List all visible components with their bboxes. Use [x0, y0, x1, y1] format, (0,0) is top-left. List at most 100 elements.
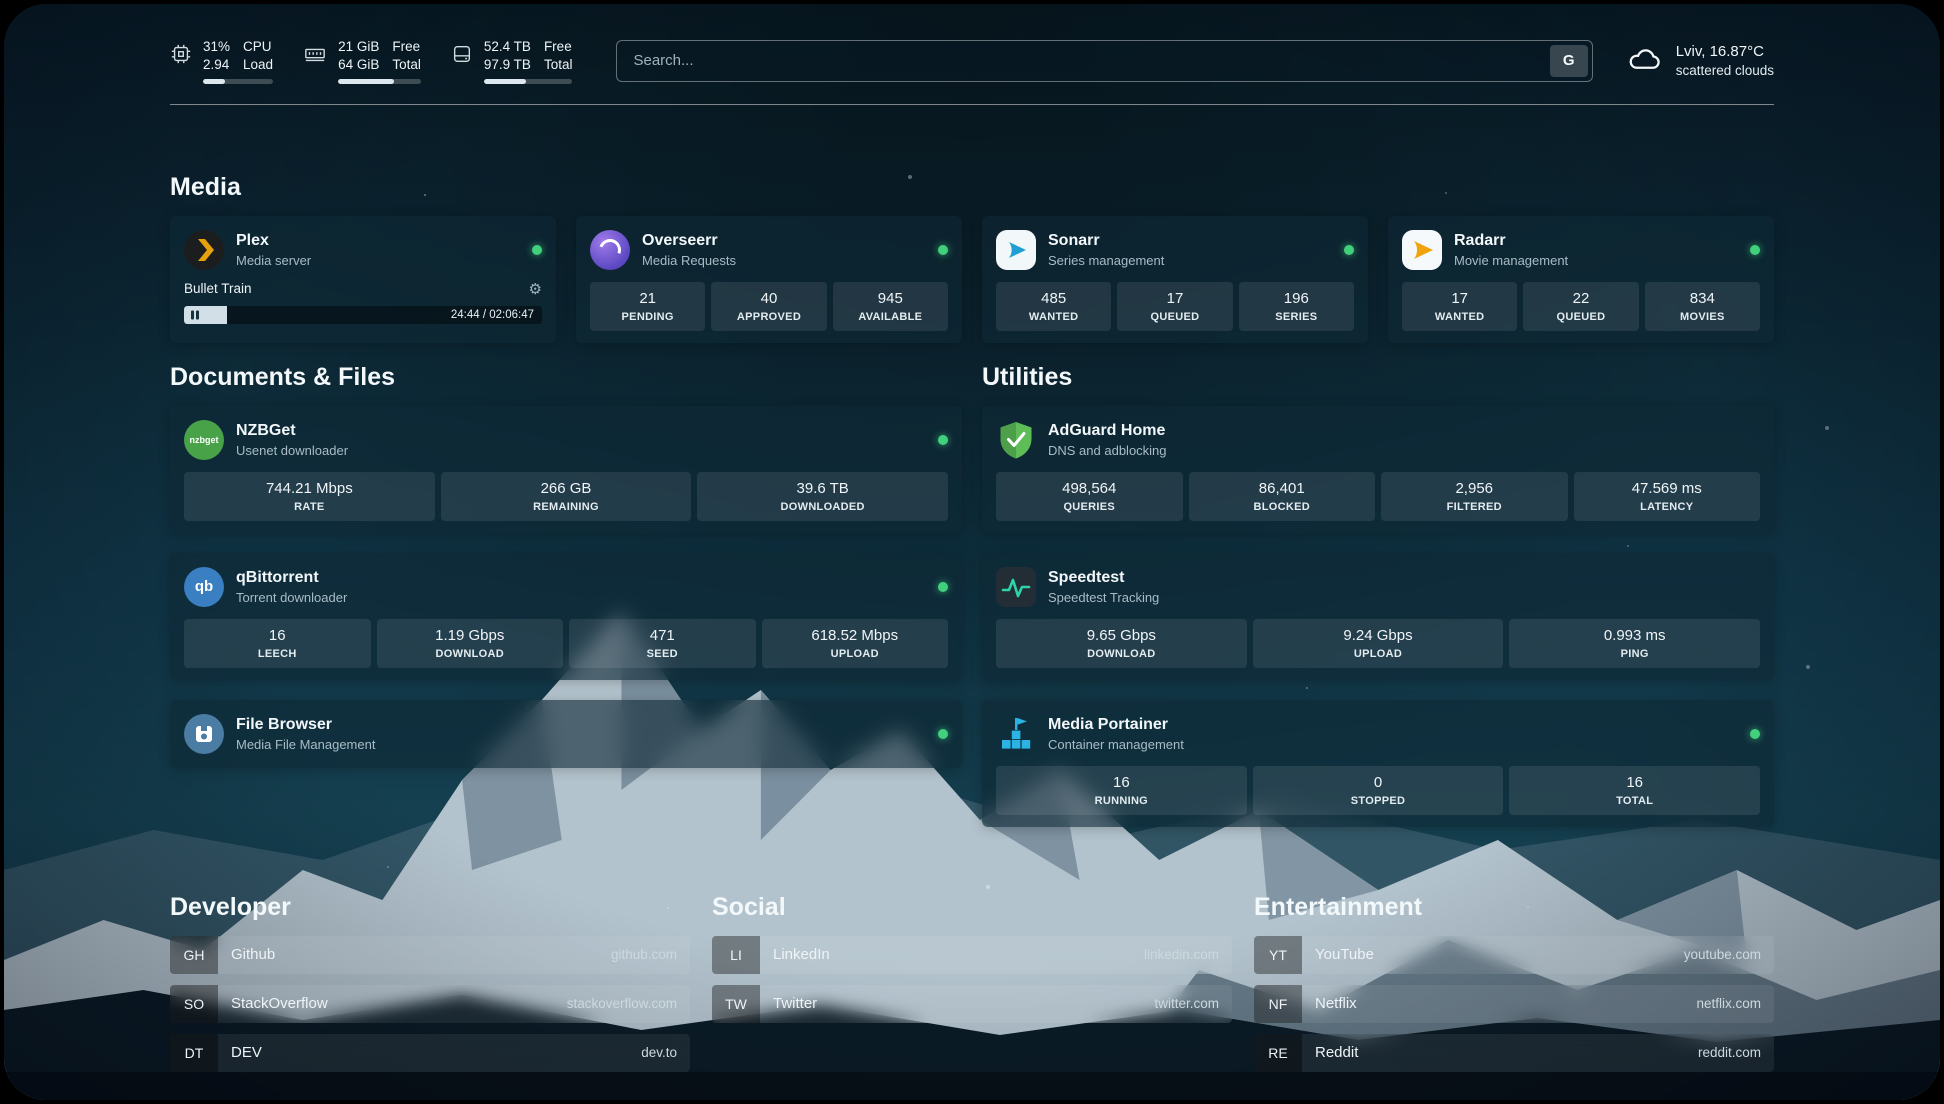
status-dot	[938, 582, 948, 592]
memory-total: 64 GiB	[338, 56, 379, 74]
playback-time: 24:44 / 02:06:47	[451, 309, 534, 321]
service-card-filebrowser[interactable]: File Browser Media File Management	[170, 700, 962, 768]
stat-tile: 9.65 Gbps DOWNLOAD	[996, 619, 1247, 668]
link-name: YouTube	[1315, 946, 1374, 963]
entertainment-section-title: Entertainment	[1254, 893, 1774, 922]
service-subtitle: Container management	[1048, 737, 1184, 752]
sonarr-icon	[996, 230, 1036, 270]
link-netflix[interactable]: NF Netflix netflix.com	[1254, 985, 1774, 1023]
service-subtitle: Media Requests	[642, 253, 736, 268]
cpu-icon	[170, 43, 192, 70]
stat-value: 471	[650, 627, 675, 644]
stat-label: WANTED	[1029, 311, 1078, 323]
memory-progress-bar	[338, 79, 421, 84]
service-name: Media Portainer	[1048, 715, 1184, 734]
memory-icon	[303, 43, 327, 70]
service-card-overseerr[interactable]: Overseerr Media Requests 21 PENDING 40 A…	[576, 216, 962, 343]
stat-value: 834	[1690, 290, 1715, 307]
documents-section-title: Documents & Files	[170, 363, 962, 392]
section-links: Developer GH Github github.com SO StackO…	[170, 893, 1774, 1072]
service-subtitle: Usenet downloader	[236, 443, 348, 458]
service-card-speedtest[interactable]: Speedtest Speedtest Tracking 9.65 Gbps D…	[982, 553, 1774, 680]
service-name: Radarr	[1454, 231, 1568, 250]
service-card-nzbget[interactable]: nzbget NZBGet Usenet downloader 744.21 M…	[170, 406, 962, 533]
stat-label: QUEUED	[1151, 311, 1200, 323]
nzbget-icon: nzbget	[184, 420, 224, 460]
link-abbr: GH	[170, 936, 218, 974]
stat-value: 9.65 Gbps	[1087, 627, 1156, 644]
link-linkedin[interactable]: LI LinkedIn linkedin.com	[712, 936, 1232, 974]
memory-labels: Free Total	[392, 38, 421, 74]
stat-value: 9.24 Gbps	[1343, 627, 1412, 644]
stat-label: RATE	[294, 501, 324, 513]
stat-tile: 471 SEED	[569, 619, 756, 668]
link-youtube[interactable]: YT YouTube youtube.com	[1254, 936, 1774, 974]
link-twitter[interactable]: TW Twitter twitter.com	[712, 985, 1232, 1023]
search-provider-button[interactable]: G	[1550, 45, 1588, 77]
memory-free: 21 GiB	[338, 38, 379, 56]
developer-section-title: Developer	[170, 893, 690, 922]
radarr-icon	[1402, 230, 1442, 270]
links-entertainment: Entertainment YT YouTube youtube.com NF …	[1254, 893, 1774, 1072]
service-card-radarr[interactable]: Radarr Movie management 17 WANTED 22 QUE…	[1388, 216, 1774, 343]
column-utilities: Utilities Ad	[982, 363, 1774, 827]
settings-gear-icon[interactable]: ⚙	[529, 280, 542, 298]
section-middle: Documents & Files nzbget NZBGet Usenet d…	[170, 363, 1774, 827]
stat-label: APPROVED	[737, 311, 801, 323]
service-name: File Browser	[236, 715, 375, 734]
link-url: youtube.com	[1684, 947, 1761, 962]
service-subtitle: Media File Management	[236, 737, 375, 752]
search-bar: G	[616, 40, 1592, 82]
stat-label: LATENCY	[1640, 501, 1693, 513]
disk-widget: 52.4 TB 97.9 TB Free Total	[451, 38, 573, 84]
disk-values: 52.4 TB 97.9 TB	[484, 38, 531, 74]
stat-label: WANTED	[1435, 311, 1484, 323]
cpu-progress-bar	[203, 79, 273, 84]
stat-tile: 485 WANTED	[996, 282, 1111, 331]
service-card-sonarr[interactable]: Sonarr Series management 485 WANTED 17 Q…	[982, 216, 1368, 343]
stat-tile: 618.52 Mbps UPLOAD	[762, 619, 949, 668]
service-card-qbittorrent[interactable]: qb qBittorrent Torrent downloader 16	[170, 553, 962, 680]
stat-value: 618.52 Mbps	[811, 627, 898, 644]
status-dot	[938, 729, 948, 739]
link-stackoverflow[interactable]: SO StackOverflow stackoverflow.com	[170, 985, 690, 1023]
status-dot	[1750, 245, 1760, 255]
stat-label: PING	[1621, 648, 1649, 660]
service-card-plex[interactable]: Plex Media server Bullet Train ⚙ 24:44 /…	[170, 216, 556, 343]
status-dot	[1344, 245, 1354, 255]
stat-label: QUERIES	[1063, 501, 1115, 513]
stat-tile: 17 QUEUED	[1117, 282, 1232, 331]
overseerr-icon	[590, 230, 630, 270]
weather-condition: scattered clouds	[1676, 63, 1774, 78]
stat-label: QUEUED	[1557, 311, 1606, 323]
stat-label: AVAILABLE	[858, 311, 922, 323]
stat-value: 39.6 TB	[797, 480, 849, 497]
stat-label: STOPPED	[1351, 795, 1405, 807]
stat-value: 266 GB	[541, 480, 592, 497]
stat-label: SERIES	[1275, 311, 1317, 323]
stat-value: 22	[1573, 290, 1590, 307]
stat-value: 86,401	[1259, 480, 1305, 497]
stat-tile: 9.24 Gbps UPLOAD	[1253, 619, 1504, 668]
stat-label: BLOCKED	[1254, 501, 1311, 513]
service-card-adguard[interactable]: AdGuard Home DNS and adblocking 498,564 …	[982, 406, 1774, 533]
link-url: netflix.com	[1696, 996, 1761, 1011]
link-name: Github	[231, 946, 275, 963]
link-name: Reddit	[1315, 1044, 1358, 1061]
dashboard-screen: 31% 2.94 CPU Load	[4, 4, 1940, 1100]
link-name: DEV	[231, 1044, 262, 1061]
search-input[interactable]	[616, 40, 1592, 82]
link-github[interactable]: GH Github github.com	[170, 936, 690, 974]
link-dev[interactable]: DT DEV dev.to	[170, 1034, 690, 1072]
stat-tile: 498,564 QUERIES	[996, 472, 1183, 521]
stat-label: DOWNLOAD	[436, 648, 504, 660]
stat-value: 40	[761, 290, 778, 307]
stat-label: LEECH	[258, 648, 297, 660]
link-reddit[interactable]: RE Reddit reddit.com	[1254, 1034, 1774, 1072]
link-abbr: SO	[170, 985, 218, 1023]
disk-free: 52.4 TB	[484, 38, 531, 56]
disk-icon	[451, 43, 473, 70]
service-name: Speedtest	[1048, 568, 1159, 587]
service-card-portainer[interactable]: Media Portainer Container management 16 …	[982, 700, 1774, 827]
link-abbr: YT	[1254, 936, 1302, 974]
